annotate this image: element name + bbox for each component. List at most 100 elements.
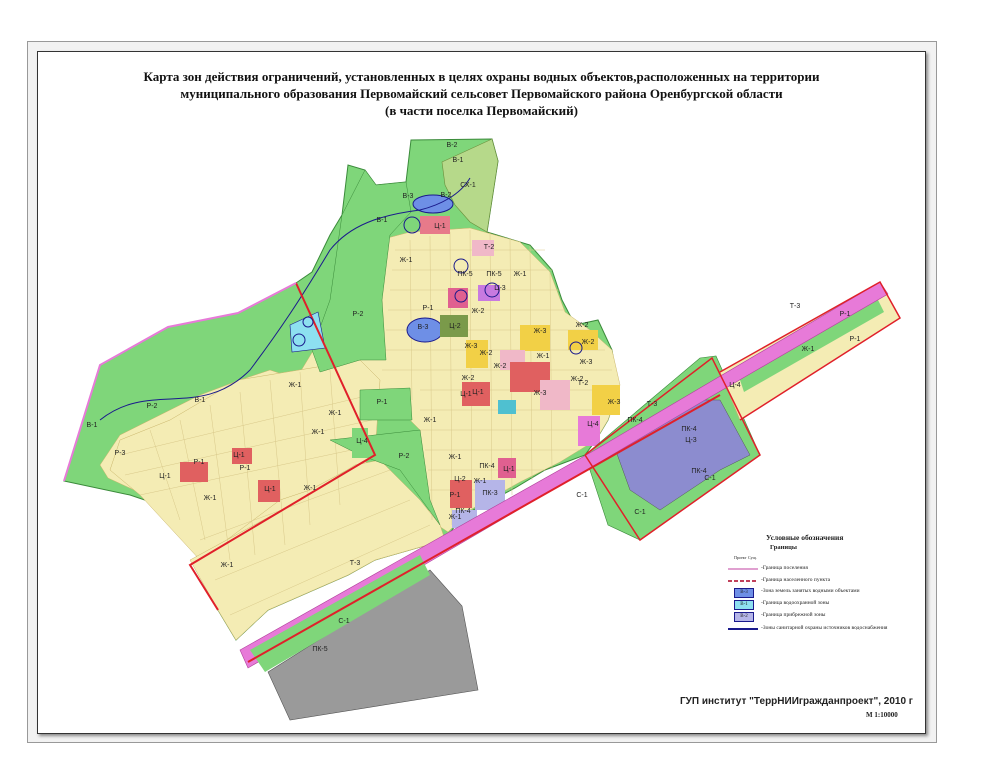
zone-label: В-1 xyxy=(87,422,98,429)
zone-label: ПК-5 xyxy=(312,646,327,653)
zone-label: Ж-2 xyxy=(462,375,475,382)
zone-label: Р-2 xyxy=(147,403,158,410)
zone-label: Р-1 xyxy=(240,465,251,472)
settlement-map: В-2 В-1 В-3 В-2 СХ-1 В-1 Ц-1 Т-2 Ж-1 ПК-5 ПК-5 Ж-1 Ц… xyxy=(63,138,901,721)
zone-label: ПК-5 xyxy=(486,271,501,278)
zone-label: Т-3 xyxy=(790,303,801,310)
zone-label: Ж-2 xyxy=(480,350,493,357)
zone-label: Ц-4 xyxy=(356,438,368,445)
legend-item-label: -Граница водоохранной зоны xyxy=(761,600,830,606)
zone-label: Р-1 xyxy=(423,305,434,312)
legend-item-label: -Граница населенного пункта xyxy=(761,577,831,583)
zone-label: В-1 xyxy=(195,397,206,404)
zone-label: Ж-1 xyxy=(802,346,815,353)
legend-swatch-dashed-line xyxy=(728,580,758,582)
zone-label: Р-1 xyxy=(850,336,861,343)
zone-label: ПК-4 xyxy=(479,463,494,470)
zone-label: Ц-3 xyxy=(494,285,506,292)
legend-mini-label-project: Проект xyxy=(734,555,747,560)
legend-item-water-lands: В-3 -Зона земель занятых водными объекта… xyxy=(728,586,918,598)
legend-item-settlement-border: -Граница поселения xyxy=(728,563,918,575)
legend-item-coastal-zone: В-2 -Граница прибрежной зоны xyxy=(728,610,918,622)
zone-label: Ж-1 xyxy=(329,410,342,417)
zone-label: Ж-1 xyxy=(400,257,413,264)
legend-swatch-b3: В-3 xyxy=(734,588,754,598)
zone-label: Ж-1 xyxy=(514,271,527,278)
zone-label: В-2 xyxy=(441,192,452,199)
zone-label: Ж-1 xyxy=(449,454,462,461)
zone-label: Ц-2 xyxy=(454,476,466,483)
zone-label: Ж-3 xyxy=(534,390,547,397)
zone-label: ПК-4 xyxy=(691,468,706,475)
zone-label: Ж-3 xyxy=(580,359,593,366)
zone-label: В-1 xyxy=(377,217,388,224)
zone-label: ПК-4 xyxy=(455,508,470,515)
zone-label: Т-2 xyxy=(578,380,589,387)
zone-label: Т-3 xyxy=(647,401,658,408)
legend-item-label: -Зоны санитарной охраны источников водос… xyxy=(761,625,888,631)
zone-label: С-1 xyxy=(704,475,715,482)
zone-label: ПК-3 xyxy=(482,490,497,497)
legend-subheading: Границы xyxy=(770,544,797,551)
zone-label: СХ-1 xyxy=(460,182,476,189)
zone-label: Ж-1 xyxy=(449,514,462,521)
zone-label: Ц-1 xyxy=(503,466,515,473)
zone-label: Р-2 xyxy=(353,311,364,318)
zone-label: Ж-1 xyxy=(204,495,217,502)
legend: Условные обозначения Границы Проект Сущ.… xyxy=(728,533,918,643)
zone-label: С-1 xyxy=(338,618,349,625)
zone-label: Ц-1 xyxy=(233,452,245,459)
zone-label: В-3 xyxy=(403,193,414,200)
zone-label: Ц-4 xyxy=(729,382,741,389)
zone-label: Ц-2 xyxy=(449,323,461,330)
zone-label: Ж-2 xyxy=(472,308,485,315)
zone-label: ПК-4 xyxy=(627,417,642,424)
zone-label: ПК-5 xyxy=(457,271,472,278)
zone-label: Р-1 xyxy=(194,459,205,466)
zone-label: Р-2 xyxy=(399,453,410,460)
zone-label: Ц-1 xyxy=(159,473,171,480)
zone-label: В-2 xyxy=(447,142,458,149)
zone-label: Ж-2 xyxy=(494,363,507,370)
footer-credit: ГУП институт "ТеррНИИгражданпроект", 201… xyxy=(680,696,913,707)
zone-label: Т-2 xyxy=(484,244,495,251)
zone-label: Ж-1 xyxy=(474,478,487,485)
zone-label: Ц-1 xyxy=(264,486,276,493)
zone-label: В-3 xyxy=(418,324,429,331)
zone-label: Ж-1 xyxy=(312,429,325,436)
zone-label: ПК-4 xyxy=(681,426,696,433)
zone-label: Ц-1 xyxy=(472,389,484,396)
zone-label: Т-3 xyxy=(350,560,361,567)
zone-label: Р-1 xyxy=(377,399,388,406)
zone-label: Р-3 xyxy=(115,450,126,457)
legend-swatch-blue-line xyxy=(728,628,758,630)
zone-label: Ж-3 xyxy=(608,399,621,406)
zone-label: Ц-1 xyxy=(434,223,446,230)
zone-label: С-1 xyxy=(634,509,645,516)
legend-item-label: -Граница поселения xyxy=(761,565,808,571)
zone-label: Ц-3 xyxy=(685,437,697,444)
zone-label: Ж-1 xyxy=(424,417,437,424)
legend-item-sanitary-zone: -Зоны санитарной охраны источников водос… xyxy=(728,623,918,635)
zone-label: Ц-1 xyxy=(460,391,472,398)
legend-swatch-line xyxy=(728,568,758,570)
zone-label: Р-1 xyxy=(450,492,461,499)
zone-label: Ж-1 xyxy=(221,562,234,569)
zone-label: Ж-3 xyxy=(465,343,478,350)
zone-label: Ж-1 xyxy=(289,382,302,389)
zone-label: Ж-1 xyxy=(304,485,317,492)
legend-swatch-b2: В-2 xyxy=(734,612,754,622)
zone-label: Ж-3 xyxy=(534,328,547,335)
legend-swatch-b1: В-1 xyxy=(734,600,754,610)
zone-label: Ж-2 xyxy=(576,322,589,329)
legend-heading: Условные обозначения xyxy=(766,533,844,542)
zone-label: В-1 xyxy=(453,157,464,164)
zone-label: Р-1 xyxy=(840,311,851,318)
legend-item-water-protection: В-1 -Граница водоохранной зоны xyxy=(728,598,918,610)
zone-label: С-1 xyxy=(576,492,587,499)
legend-mini-label-existing: Сущ. xyxy=(748,555,757,560)
zone-label: Ж-1 xyxy=(537,353,550,360)
zone-label: Ж-2 xyxy=(582,339,595,346)
legend-item-label: -Граница прибрежной зоны xyxy=(761,612,826,618)
zone-label: Ц-4 xyxy=(587,421,599,428)
